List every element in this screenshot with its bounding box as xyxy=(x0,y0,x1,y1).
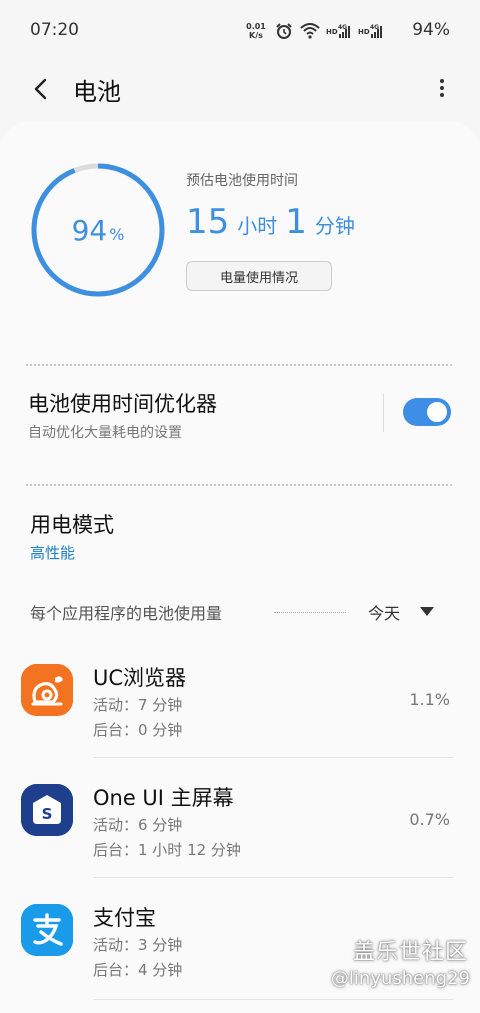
power-mode-value: 高性能 xyxy=(30,544,76,562)
row-separator xyxy=(93,757,453,758)
hd-signal-4g-icon-2: HD 4G xyxy=(358,24,382,38)
estimate-minutes-unit: 分钟 xyxy=(314,214,355,238)
svg-text:HD: HD xyxy=(326,28,338,36)
one-ui-home-icon: S xyxy=(21,784,73,836)
power-mode-title[interactable]: 用电模式 xyxy=(30,509,114,539)
per-app-dots xyxy=(274,612,346,613)
watermark-handle: @linyusheng29 xyxy=(330,968,470,989)
optimizer-title[interactable]: 电池使用时间优化器 xyxy=(28,388,217,418)
app-bar: 电池 xyxy=(0,62,480,118)
app-name: 支付宝 xyxy=(93,906,156,930)
net-speed-unit: K/s xyxy=(249,31,263,40)
status-time: 07:20 xyxy=(30,20,79,40)
app-background-time: 后台：1 小时 12 分钟 xyxy=(93,841,241,859)
dropdown-arrow-icon[interactable] xyxy=(420,607,434,616)
estimate-hours-unit: 小时 xyxy=(237,214,278,238)
wifi-icon xyxy=(300,23,320,39)
status-bar: 07:20 0.01 K/s HD 4G HD 4G 94% xyxy=(0,0,480,62)
app-usage-percent: 0.7% xyxy=(409,810,450,829)
estimate-time: 15 小时 1 分钟 xyxy=(186,202,355,242)
per-app-header: 每个应用程序的电池使用量 xyxy=(30,604,223,623)
battery-card: 94 % 预估电池使用时间 15 小时 1 分钟 电量使用情况 电池使用时间优化… xyxy=(0,122,480,1013)
watermark-title: 盖乐世社区 xyxy=(352,940,468,965)
vertical-separator xyxy=(383,394,384,432)
battery-usage-button[interactable]: 电量使用情况 xyxy=(186,261,332,291)
estimate-label: 预估电池使用时间 xyxy=(186,173,298,189)
back-icon[interactable] xyxy=(26,74,56,104)
app-name: One UI 主屏幕 xyxy=(93,786,234,810)
battery-level-label: 94 % xyxy=(30,162,166,298)
app-active-time: 活动：3 分钟 xyxy=(93,936,183,954)
app-background-time: 后台：0 分钟 xyxy=(93,721,183,739)
page-title: 电池 xyxy=(73,78,121,106)
uc-browser-icon xyxy=(21,664,73,716)
alarm-icon xyxy=(276,23,292,39)
divider xyxy=(26,364,452,366)
period-selector[interactable]: 今天 xyxy=(368,600,400,624)
status-icons: 0.01 K/s HD 4G HD 4G xyxy=(244,22,384,40)
more-options-icon[interactable] xyxy=(434,76,450,104)
estimate-minutes: 1 xyxy=(285,202,307,242)
status-battery-pct: 94% xyxy=(412,20,450,40)
svg-text:S: S xyxy=(42,805,53,823)
toggle-knob xyxy=(425,400,449,424)
battery-level-unit: % xyxy=(109,224,125,244)
row-separator xyxy=(93,877,453,878)
svg-text:HD: HD xyxy=(358,28,370,36)
app-row[interactable]: S One UI 主屏幕 活动：6 分钟 后台：1 小时 12 分钟 0.7% xyxy=(0,760,480,878)
optimizer-toggle[interactable] xyxy=(403,398,451,426)
row-separator xyxy=(93,999,453,1000)
app-name: UC浏览器 xyxy=(93,666,187,690)
app-active-time: 活动：7 分钟 xyxy=(93,696,183,714)
app-row[interactable]: UC浏览器 活动：7 分钟 后台：0 分钟 1.1% xyxy=(0,640,480,758)
app-usage-percent: 1.1% xyxy=(409,690,450,709)
optimizer-subtitle: 自动优化大量耗电的设置 xyxy=(28,425,182,441)
net-speed: 0.01 K/s xyxy=(244,22,268,40)
net-speed-value: 0.01 xyxy=(246,22,266,31)
estimate-hours: 15 xyxy=(186,202,230,242)
hd-signal-4g-icon: HD 4G xyxy=(326,24,350,38)
app-active-time: 活动：6 分钟 xyxy=(93,816,183,834)
alipay-icon xyxy=(21,904,73,956)
app-background-time: 后台：4 分钟 xyxy=(93,961,183,979)
divider xyxy=(26,484,452,486)
battery-level-number: 94 xyxy=(71,213,108,247)
